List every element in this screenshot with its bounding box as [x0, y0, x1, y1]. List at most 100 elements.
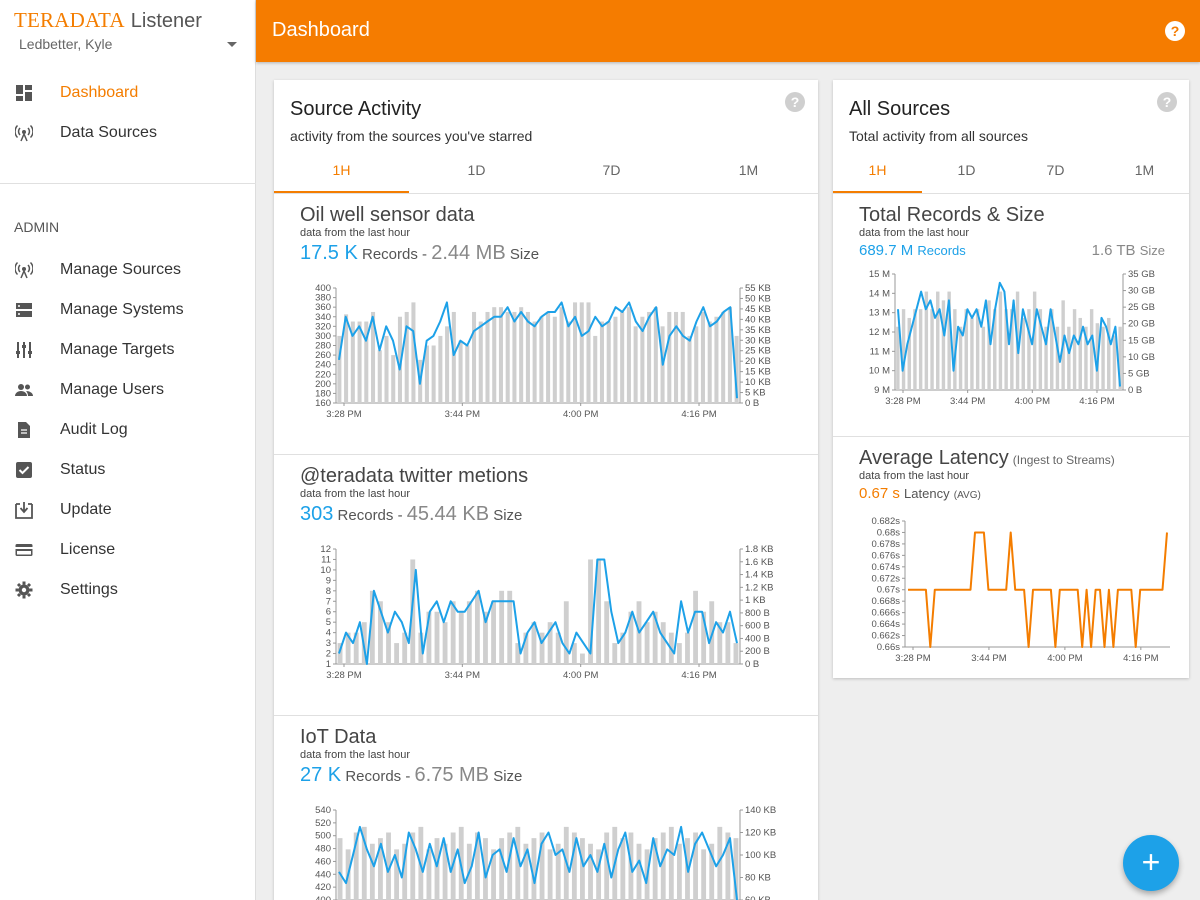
y-right-tick-label: 10 GB	[1128, 352, 1155, 363]
records-value: 303	[300, 503, 334, 525]
chart-bar	[1072, 309, 1077, 390]
tab-7d[interactable]: 7D	[544, 150, 679, 193]
y-tick-label: 11	[321, 554, 331, 565]
chart-bar	[579, 302, 584, 403]
y-tick-label: 10 M	[869, 366, 890, 377]
tune-icon	[16, 342, 32, 358]
people-icon	[15, 384, 33, 396]
sidebar-item-status[interactable]: Status	[0, 450, 256, 490]
y-tick-label: 10	[320, 565, 331, 576]
tab-1m[interactable]: 1M	[679, 150, 818, 193]
y-right-tick-label: 55 KB	[745, 283, 771, 294]
y-tick-label: 480	[315, 844, 331, 855]
y-right-tick-label: 30 GB	[1128, 286, 1155, 297]
admin-heading: ADMIN	[14, 219, 60, 235]
chart-bar	[442, 622, 448, 664]
chart-bar	[620, 311, 625, 403]
sidebar-item-dashboard[interactable]: Dashboard	[0, 73, 256, 113]
latency-title-text: Average Latency	[859, 447, 1009, 469]
sidebar-item-update[interactable]: Update	[0, 490, 256, 530]
source-section-iot[interactable]: IoT Data data from the last hour 27 K Re…	[274, 716, 818, 900]
chart-bar	[505, 311, 510, 403]
chart-bar	[936, 291, 940, 390]
antenna-icon	[15, 261, 33, 279]
chart-bar	[676, 843, 682, 900]
sidebar-item-label: License	[60, 541, 116, 558]
records-value: 689.7 M	[859, 242, 914, 259]
chart-bar	[1112, 335, 1117, 390]
x-tick-label: 4:16 PM	[1079, 396, 1114, 407]
sidebar-item-audit-log[interactable]: Audit Log	[0, 410, 256, 450]
sidebar-item-manage-users[interactable]: Manage Users	[0, 370, 256, 410]
y-tick-label: 15 M	[869, 270, 890, 280]
help-icon[interactable]: ?	[1165, 21, 1185, 41]
chart-bar	[566, 321, 571, 403]
chart-bar	[519, 307, 524, 403]
chart-bar	[901, 309, 906, 390]
chart-bar	[733, 643, 739, 664]
y-right-tick-label: 60 KB	[745, 895, 771, 900]
tab-1d[interactable]: 1D	[922, 150, 1011, 193]
sidebar-item-manage-systems[interactable]: Manage Systems	[0, 290, 256, 330]
chart-bar	[434, 838, 440, 900]
tab-1h[interactable]: 1H	[274, 150, 409, 193]
chart-bar	[525, 311, 530, 403]
y-tick-label: 0.662s	[871, 631, 900, 642]
sidebar-item-label: Status	[60, 461, 106, 478]
tab-1m[interactable]: 1M	[1100, 150, 1189, 193]
card-title: All Sources	[849, 98, 951, 120]
sidebar-item-manage-sources[interactable]: Manage Sources	[0, 250, 256, 290]
latency-metric: 0.67 s Latency (AVG)	[859, 485, 981, 502]
source-section-twitter[interactable]: @teradata twitter metions data from the …	[274, 455, 818, 716]
x-tick-label: 3:28 PM	[326, 409, 361, 420]
chart-bar	[694, 326, 699, 403]
chart-bar	[680, 311, 685, 403]
y-right-tick-label: 15 KB	[745, 367, 771, 378]
sidebar-item-license[interactable]: License	[0, 530, 256, 570]
size-value: 45.44 KB	[406, 503, 490, 525]
card-subtitle: activity from the sources you've starred	[290, 128, 533, 144]
y-right-tick-label: 50 KB	[745, 293, 771, 304]
size-value: 1.6 TB	[1091, 242, 1136, 259]
source-note: data from the last hour	[300, 227, 411, 239]
latency-value: 0.67 s	[859, 485, 900, 502]
sidebar-item-label: Manage Users	[60, 381, 165, 398]
chart-bar	[660, 832, 666, 900]
chart-bar	[693, 590, 698, 664]
chart-bar	[377, 350, 382, 403]
size-label: Size	[509, 246, 540, 263]
y-tick-label: 0.66s	[877, 642, 900, 653]
add-button[interactable]: +	[1123, 835, 1179, 891]
chart-bar	[458, 340, 463, 403]
chart-bar	[485, 311, 490, 403]
help-icon[interactable]: ?	[1157, 92, 1177, 112]
brand: TERADATA Listener	[14, 7, 202, 33]
all-sources-card: All Sources Total activity from all sour…	[833, 80, 1189, 678]
y-tick-label: 0.674s	[871, 562, 900, 573]
y-tick-label: 7	[326, 596, 331, 607]
sidebar-item-label: Manage Systems	[60, 301, 184, 318]
source-note: data from the last hour	[300, 488, 411, 500]
chart-bar	[451, 311, 456, 403]
help-icon[interactable]: ?	[785, 92, 805, 112]
y-tick-label: 2	[326, 649, 331, 660]
sidebar-item-manage-targets[interactable]: Manage Targets	[0, 330, 256, 370]
y-right-tick-label: 800 B	[745, 608, 770, 619]
y-tick-label: 0.672s	[871, 573, 900, 584]
x-tick-label: 4:00 PM	[563, 409, 598, 420]
sidebar-item-settings[interactable]: Settings	[0, 570, 256, 610]
sidebar-item-data-sources[interactable]: Data Sources	[0, 113, 256, 153]
tab-1d[interactable]: 1D	[409, 150, 544, 193]
gear-icon	[15, 581, 33, 599]
iot-chart: 540 520 500 480460 440 420 400 140 KB 120 KB 100 …	[315, 805, 776, 900]
tab-7d[interactable]: 7D	[1011, 150, 1100, 193]
source-section-oil-well[interactable]: Oil well sensor data data from the last …	[274, 194, 818, 455]
y-tick-label: 540	[315, 805, 331, 816]
x-tick-label: 4:00 PM	[563, 670, 598, 681]
chart-bar	[612, 643, 618, 664]
tab-1h[interactable]: 1H	[833, 150, 922, 193]
source-activity-card: Source Activity activity from the source…	[274, 80, 818, 900]
chart-bar	[474, 590, 480, 664]
user-menu[interactable]: Ledbetter, Kyle	[19, 36, 237, 56]
chart-bar	[687, 335, 692, 403]
